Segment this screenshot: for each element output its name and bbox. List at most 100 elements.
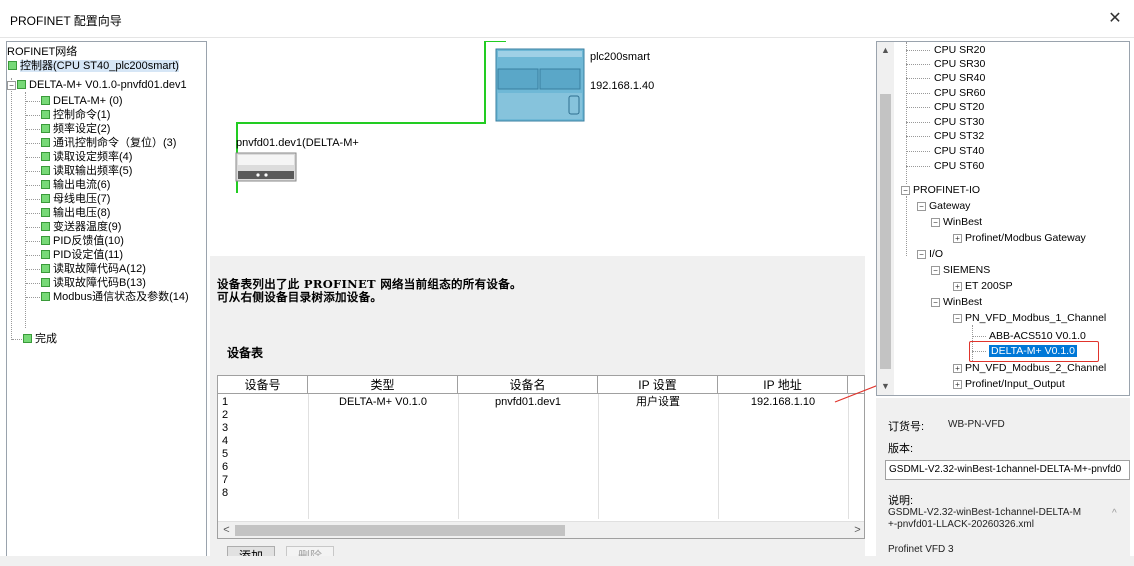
scrollbar-thumb[interactable]	[880, 94, 891, 369]
column-header[interactable]: 设备号	[218, 376, 308, 394]
catalog-vertical-scrollbar[interactable]: ▲ ▼	[877, 42, 894, 395]
table-row[interactable]: 3	[218, 422, 864, 435]
table-row[interactable]: 6	[218, 461, 864, 474]
tree-line	[906, 93, 930, 94]
tree-device-label: DELTA-M+ V0.1.0-pnvfd01.dev1	[29, 79, 187, 91]
catalog-item[interactable]: CPU ST60	[934, 160, 984, 173]
tree-item[interactable]: PID反馈值(10)	[41, 234, 124, 248]
tree-item[interactable]: 读取故障代码B(13)	[41, 276, 146, 290]
collapse-icon[interactable]: −	[917, 202, 926, 211]
catalog-gateway[interactable]: Gateway	[929, 200, 970, 213]
table-row[interactable]: 2	[218, 409, 864, 422]
collapse-icon[interactable]: −	[901, 186, 910, 195]
device-status-icon	[17, 80, 26, 89]
column-header[interactable]: IP 地址	[718, 376, 848, 394]
tree-item[interactable]: 控制命令(1)	[41, 108, 110, 122]
catalog-winbest[interactable]: WinBest	[943, 296, 982, 309]
catalog-item[interactable]: CPU SR40	[934, 72, 985, 85]
config-tree[interactable]: ROFINET网络 控制器(CPU ST40_plc200smart) − DE…	[6, 41, 207, 558]
tree-network-root[interactable]: ROFINET网络	[7, 45, 77, 59]
tree-item[interactable]: 读取输出频率(5)	[41, 164, 132, 178]
collapse-icon[interactable]: −	[931, 266, 940, 275]
version-label: 版本:	[888, 443, 914, 455]
catalog-siemens[interactable]: SIEMENS	[943, 264, 990, 277]
tree-line	[26, 213, 40, 214]
tree-line	[906, 151, 930, 152]
network-view[interactable]: plc200smart 192.168.1.40 pnvfd01.dev1(DE…	[210, 41, 865, 256]
column-header[interactable]: 类型	[308, 376, 458, 394]
tree-line	[26, 199, 40, 200]
description-text: 设备表列出了此 PROFINET 网络当前组态的所有设备。 可从右侧设备目录树添…	[217, 278, 522, 304]
catalog-item[interactable]: CPU ST30	[934, 116, 984, 129]
expand-icon[interactable]: +	[953, 234, 962, 243]
gsd-file-field[interactable]: GSDML-V2.32-winBest-1channel-DELTA-M+-pn…	[885, 460, 1130, 480]
collapse-icon[interactable]: −	[7, 81, 16, 90]
table-horizontal-scrollbar[interactable]: < >	[218, 521, 864, 538]
catalog-et200sp[interactable]: ET 200SP	[965, 280, 1013, 293]
expand-icon[interactable]: +	[953, 282, 962, 291]
catalog-io[interactable]: I/O	[929, 248, 943, 261]
done-status-icon	[23, 334, 32, 343]
expand-icon[interactable]: +	[953, 380, 962, 389]
table-row[interactable]: 7	[218, 474, 864, 487]
tree-item-label: 变送器温度(9)	[53, 221, 122, 233]
table-row[interactable]: 4	[218, 435, 864, 448]
catalog-ch1[interactable]: PN_VFD_Modbus_1_Channel	[965, 312, 1106, 325]
scroll-up-icon[interactable]: ^	[1112, 508, 1117, 519]
collapse-icon[interactable]: −	[931, 218, 940, 227]
catalog-profinet-io-output[interactable]: Profinet/Input_Output	[965, 378, 1065, 391]
scroll-left-icon[interactable]: <	[218, 522, 235, 538]
window-title: PROFINET 配置向导	[10, 14, 122, 28]
tree-item[interactable]: DELTA-M+ (0)	[41, 94, 123, 108]
catalog-ch2[interactable]: PN_VFD_Modbus_2_Channel	[965, 362, 1106, 375]
catalog-item[interactable]: CPU SR20	[934, 44, 985, 57]
tree-item[interactable]: 读取设定频率(4)	[41, 150, 132, 164]
tree-item[interactable]: Modbus通信状态及参数(14)	[41, 290, 189, 304]
close-icon[interactable]: ✕	[1104, 8, 1126, 30]
tree-line	[26, 129, 40, 130]
tree-item[interactable]: 通讯控制命令（复位）(3)	[41, 136, 176, 150]
tree-item[interactable]: 变送器温度(9)	[41, 220, 121, 234]
column-header[interactable]: IP 设置	[598, 376, 718, 394]
tree-item-label: 频率设定(2)	[53, 123, 111, 135]
catalog-item[interactable]: CPU ST40	[934, 145, 984, 158]
window-bottom-edge	[0, 556, 1134, 566]
device-table[interactable]: 设备号 类型 设备名 IP 设置 IP 地址 1 DELTA-M+ V0.1.0…	[217, 375, 865, 539]
tree-line	[26, 269, 40, 270]
tree-item[interactable]: 输出电压(8)	[41, 206, 110, 220]
table-row[interactable]: 5	[218, 448, 864, 461]
tree-done[interactable]: 完成	[23, 332, 57, 346]
tree-item[interactable]: 频率设定(2)	[41, 122, 110, 136]
collapse-icon[interactable]: −	[917, 250, 926, 259]
scroll-up-icon[interactable]: ▲	[877, 42, 894, 59]
cell-no: 2	[222, 409, 229, 421]
tree-line	[906, 136, 930, 137]
scroll-right-icon[interactable]: >	[849, 522, 864, 538]
tree-item[interactable]: 输出电流(6)	[41, 178, 110, 192]
tree-device[interactable]: DELTA-M+ V0.1.0-pnvfd01.dev1	[17, 78, 187, 92]
expand-icon[interactable]: +	[953, 364, 962, 373]
catalog-item[interactable]: CPU SR30	[934, 58, 985, 71]
tree-line	[26, 185, 40, 186]
catalog-pm-gateway[interactable]: Profinet/Modbus Gateway	[965, 232, 1086, 245]
tree-item[interactable]: 读取故障代码A(12)	[41, 262, 146, 276]
item-status-icon	[41, 96, 50, 105]
catalog-winbest[interactable]: WinBest	[943, 216, 982, 229]
scroll-down-icon[interactable]: ▼	[877, 378, 894, 395]
catalog-profinet-io[interactable]: PROFINET-IO	[913, 184, 980, 197]
catalog-item[interactable]: CPU ST32	[934, 130, 984, 143]
device-catalog-tree[interactable]: ▲ ▼ CPU SR20 CPU SR30 CPU SR40 CPU SR60 …	[876, 41, 1130, 396]
column-header[interactable]: 设备名	[458, 376, 598, 394]
highlight-box	[969, 341, 1099, 362]
tree-item[interactable]: 母线电压(7)	[41, 192, 110, 206]
table-row[interactable]: 8	[218, 487, 864, 500]
tree-controller[interactable]: 控制器(CPU ST40_plc200smart)	[8, 59, 179, 73]
catalog-item[interactable]: CPU ST20	[934, 101, 984, 114]
catalog-item[interactable]: CPU SR60	[934, 87, 985, 100]
tree-item[interactable]: PID设定值(11)	[41, 248, 123, 262]
collapse-icon[interactable]: −	[931, 298, 940, 307]
tree-item-label: 通讯控制命令（复位）(3)	[53, 137, 177, 149]
table-row[interactable]: 1 DELTA-M+ V0.1.0 pnvfd01.dev1 用户设置 192.…	[218, 396, 864, 409]
scrollbar-thumb[interactable]	[235, 525, 565, 536]
collapse-icon[interactable]: −	[953, 314, 962, 323]
